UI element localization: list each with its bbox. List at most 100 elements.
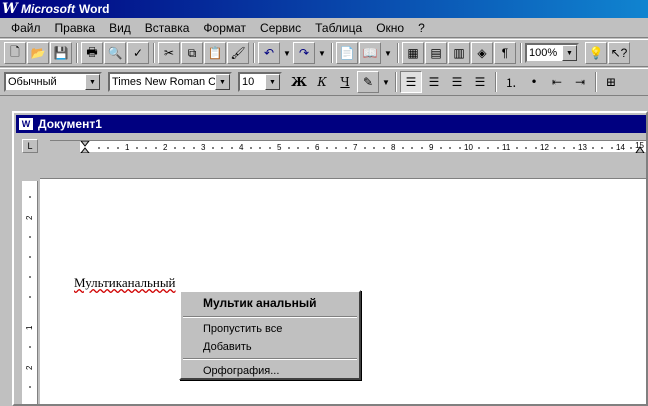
font-select[interactable]: Times New Roman C ▼ bbox=[108, 72, 232, 92]
page-top-margin bbox=[40, 157, 646, 179]
ignore-all-item[interactable]: Пропустить все bbox=[181, 320, 359, 338]
decrease-indent-icon[interactable]: ⇤ bbox=[546, 71, 568, 93]
font-value: Times New Roman C bbox=[112, 76, 217, 88]
tab-selector[interactable]: L bbox=[22, 139, 38, 153]
standard-toolbar: 🗋 📂 💾 🖶 🔍 ✓ ✂ ⧉ 📋 🖌 ↶ ▼ ↷ ▼ 📄 📖 ▼ ▦ ▤ ▥ … bbox=[0, 39, 648, 67]
format-painter-icon[interactable]: 🖌 bbox=[227, 42, 249, 64]
open-folder-icon[interactable]: 📂 bbox=[27, 42, 49, 64]
undo-icon[interactable]: ↶ bbox=[258, 42, 280, 64]
align-left-icon[interactable]: ☰ bbox=[400, 71, 422, 93]
style-select[interactable]: Обычный ▼ bbox=[4, 72, 102, 92]
menu-view[interactable]: Вид bbox=[102, 21, 138, 35]
paste-icon[interactable]: 📋 bbox=[204, 42, 226, 64]
spelling-context-menu: Мультик анальный Пропустить все Добавить… bbox=[179, 290, 361, 380]
new-document-icon[interactable]: 🗋 bbox=[4, 42, 26, 64]
spelling-suggestion-item[interactable]: Мультик анальный bbox=[181, 292, 359, 314]
toolbar-separator bbox=[153, 43, 155, 63]
show-paragraph-marks-icon[interactable]: ¶ bbox=[494, 42, 516, 64]
highlight-icon[interactable]: ✎ bbox=[357, 71, 379, 93]
autotext-icon[interactable]: 📄 bbox=[336, 42, 358, 64]
svg-text:11: 11 bbox=[502, 143, 511, 152]
align-right-icon[interactable]: ☰ bbox=[446, 71, 468, 93]
document-title-bar: W Документ1 bbox=[16, 115, 646, 133]
menu-file[interactable]: Файл bbox=[4, 21, 48, 35]
bulleted-list-icon[interactable]: • bbox=[523, 71, 545, 93]
document-title: Документ1 bbox=[38, 117, 102, 131]
document-text[interactable]: Мультиканальный bbox=[74, 275, 176, 291]
numbered-list-icon[interactable]: ⒈ bbox=[500, 71, 522, 93]
menu-bar: Файл Правка Вид Вставка Формат Сервис Та… bbox=[0, 18, 648, 38]
copy-icon[interactable]: ⧉ bbox=[181, 42, 203, 64]
svg-text:2: 2 bbox=[25, 365, 34, 370]
tip-wizard-icon[interactable]: 💡 bbox=[585, 42, 607, 64]
menu-format[interactable]: Формат bbox=[196, 21, 253, 35]
zoom-select[interactable]: 100% ▼ bbox=[525, 43, 579, 63]
vertical-ruler[interactable]: 2 1 2 3 bbox=[22, 157, 38, 404]
borders-icon[interactable]: ⊞ bbox=[600, 71, 622, 93]
align-center-icon[interactable]: ☰ bbox=[423, 71, 445, 93]
toolbar-separator bbox=[595, 72, 597, 92]
insert-table-icon[interactable]: ▦ bbox=[402, 42, 424, 64]
menu-insert[interactable]: Вставка bbox=[138, 21, 197, 35]
spelling-check-icon[interactable]: ✓ bbox=[127, 42, 149, 64]
toolbar-separator bbox=[253, 43, 255, 63]
increase-indent-icon[interactable]: ⇥ bbox=[569, 71, 591, 93]
formatting-toolbar: Обычный ▼ Times New Roman C ▼ 10 ▼ Ж К Ч… bbox=[0, 68, 648, 96]
undo-dropdown-icon[interactable]: ▼ bbox=[281, 42, 293, 64]
toolbar-separator bbox=[395, 72, 397, 92]
underline-button[interactable]: Ч bbox=[334, 71, 356, 93]
bold-button[interactable]: Ж bbox=[288, 71, 310, 93]
menu-table[interactable]: Таблица bbox=[308, 21, 369, 35]
document-icon[interactable]: W bbox=[18, 117, 34, 131]
add-to-dictionary-item[interactable]: Добавить bbox=[181, 338, 359, 356]
toolbar-separator bbox=[495, 72, 497, 92]
print-icon[interactable]: 🖶 bbox=[81, 42, 103, 64]
svg-text:1: 1 bbox=[25, 325, 34, 330]
redo-icon[interactable]: ↷ bbox=[293, 42, 315, 64]
print-preview-icon[interactable]: 🔍 bbox=[104, 42, 126, 64]
svg-text:9: 9 bbox=[429, 143, 434, 152]
svg-text:7: 7 bbox=[353, 143, 358, 152]
chevron-down-icon[interactable]: ▼ bbox=[562, 45, 577, 61]
svg-text:5: 5 bbox=[277, 143, 282, 152]
ruler-ticks: 123 456 789 10 11 12 13 14 bbox=[80, 141, 645, 153]
insert-excel-icon[interactable]: ▤ bbox=[425, 42, 447, 64]
help-pointer-icon[interactable]: ↖? bbox=[608, 42, 630, 64]
horizontal-ruler[interactable]: L 123 456 789 10 11 12 13 14 15 bbox=[22, 137, 646, 155]
justify-icon[interactable]: ☰ bbox=[469, 71, 491, 93]
svg-text:12: 12 bbox=[540, 143, 549, 152]
insert-dropdown-icon[interactable]: ▼ bbox=[382, 42, 394, 64]
menu-edit[interactable]: Правка bbox=[48, 21, 103, 35]
font-size-value: 10 bbox=[242, 76, 255, 88]
svg-text:8: 8 bbox=[391, 143, 396, 152]
drawing-icon[interactable]: ◈ bbox=[471, 42, 493, 64]
save-icon[interactable]: 💾 bbox=[50, 42, 72, 64]
style-value: Обычный bbox=[8, 76, 57, 88]
menu-window[interactable]: Окно bbox=[369, 21, 411, 35]
font-size-select[interactable]: 10 ▼ bbox=[238, 72, 282, 92]
italic-button[interactable]: К bbox=[311, 71, 333, 93]
word-logo-icon: W bbox=[2, 1, 18, 17]
indent-marker-icon bbox=[80, 141, 90, 153]
cut-icon[interactable]: ✂ bbox=[158, 42, 180, 64]
zoom-value: 100% bbox=[529, 47, 558, 59]
svg-text:1: 1 bbox=[125, 143, 130, 152]
chevron-down-icon[interactable]: ▼ bbox=[215, 74, 230, 90]
toolbar-separator bbox=[76, 43, 78, 63]
svg-text:3: 3 bbox=[201, 143, 206, 152]
highlight-dropdown-icon[interactable]: ▼ bbox=[380, 71, 392, 93]
app-title-prefix: Microsoft bbox=[21, 2, 75, 16]
chevron-down-icon[interactable]: ▼ bbox=[265, 74, 280, 90]
chevron-down-icon[interactable]: ▼ bbox=[85, 74, 100, 90]
menu-help[interactable]: ? bbox=[411, 21, 432, 35]
redo-dropdown-icon[interactable]: ▼ bbox=[316, 42, 328, 64]
svg-text:13: 13 bbox=[578, 143, 587, 152]
menu-tools[interactable]: Сервис bbox=[253, 21, 308, 35]
spelling-item[interactable]: Орфография... bbox=[181, 362, 359, 380]
app-title-bar: W Microsoft Word bbox=[0, 0, 648, 18]
columns-icon[interactable]: ▥ bbox=[448, 42, 470, 64]
svg-text:2: 2 bbox=[163, 143, 168, 152]
insert-object-icon[interactable]: 📖 bbox=[359, 42, 381, 64]
svg-text:4: 4 bbox=[239, 143, 244, 152]
menu-separator bbox=[183, 316, 357, 318]
